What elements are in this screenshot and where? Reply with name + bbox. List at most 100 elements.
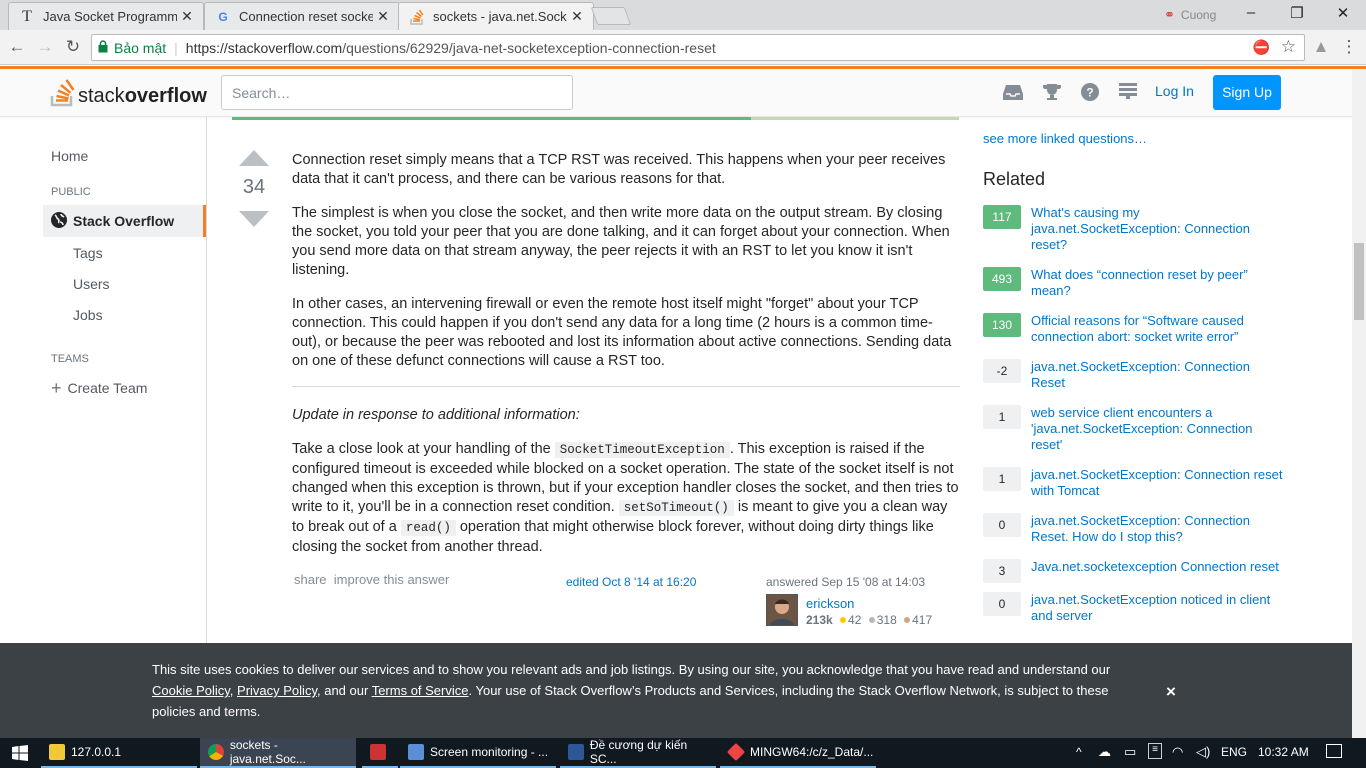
start-button[interactable] (4, 738, 36, 768)
related-link[interactable]: What's causing my java.net.SocketExcepti… (1031, 205, 1283, 253)
taskbar-clock[interactable]: 10:32 AM (1258, 745, 1309, 759)
taskbar-item-file-explorer[interactable]: 127.0.0.1 (41, 738, 197, 768)
language-indicator[interactable]: ENG (1221, 745, 1247, 759)
related-item[interactable]: -2 java.net.SocketException: Connection R… (983, 359, 1283, 391)
profile-menu[interactable]: ⚭ Cuong (1164, 7, 1216, 23)
url-bar[interactable]: Bảo mật | https://stackoverflow.com/ques… (91, 34, 1305, 61)
achievements-trophy-icon[interactable] (1041, 83, 1063, 103)
related-item[interactable]: 1 web service client encounters a 'java.n… (983, 405, 1283, 453)
related-item[interactable]: 0 java.net.SocketException noticed in cli… (983, 592, 1283, 624)
nav-users[interactable]: Users (73, 276, 110, 292)
related-heading: Related (983, 169, 1046, 189)
volume-icon[interactable]: ◁) (1196, 744, 1210, 760)
forward-button[interactable]: → (34, 37, 56, 59)
nav-create-team[interactable]: + Create Team (51, 378, 147, 398)
tutorial-favicon-icon: T (22, 7, 32, 25)
taskbar-item-app[interactable] (362, 738, 398, 768)
cookie-blocked-icon[interactable]: ⛔ (1253, 39, 1270, 56)
new-tab-button[interactable] (590, 7, 632, 25)
related-link[interactable]: Java.net.socketexception Connection rese… (1031, 559, 1283, 583)
related-link[interactable]: java.net.SocketException noticed in clie… (1031, 592, 1283, 624)
login-link[interactable]: Log In (1155, 83, 1194, 99)
terms-of-service-link[interactable]: Terms of Service (372, 683, 469, 698)
related-item[interactable]: 493 What does “connection reset by peer” … (983, 267, 1283, 299)
related-item[interactable]: 1 java.net.SocketException: Connection re… (983, 467, 1283, 499)
maximize-button[interactable]: ❐ (1282, 4, 1312, 26)
taskbar-item-word[interactable]: Đề cương dự kiến SC... (560, 738, 716, 768)
silver-badge-count: 318 (876, 613, 897, 627)
keyboard-icon[interactable]: ≡ (1148, 743, 1162, 759)
share-link[interactable]: share (294, 572, 327, 587)
stackoverflow-logo[interactable]: stack overflow (50, 77, 207, 107)
related-link[interactable]: web service client encounters a 'java.ne… (1031, 405, 1283, 453)
tab-stackoverflow[interactable]: sockets - java.net.SocketE ✕ (398, 2, 594, 30)
taskbar-item-git-bash[interactable]: MINGW64:/c/z_Data/... (720, 738, 876, 768)
tray-app-icon[interactable]: ☁ (1098, 744, 1111, 760)
bronze-badge-count: 417 (912, 613, 933, 627)
answer-update-heading: Update in response to additional informa… (292, 407, 580, 423)
scrollbar-thumb[interactable] (1354, 243, 1364, 320)
related-item[interactable]: 3 Java.net.socketexception Connection res… (983, 559, 1283, 583)
secure-label: Bảo mật (114, 39, 167, 56)
help-icon[interactable]: ? (1079, 83, 1101, 103)
nav-jobs[interactable]: Jobs (73, 307, 103, 323)
close-icon[interactable]: ✕ (177, 8, 197, 25)
page-scrollbar[interactable] (1352, 69, 1366, 738)
taskbar-item-chrome[interactable]: sockets - java.net.Soc... (200, 738, 356, 768)
cookie-policy-link[interactable]: Cookie Policy (152, 683, 230, 698)
close-icon[interactable]: × (1166, 681, 1176, 702)
nav-stack-overflow[interactable]: Stack Overflow (43, 205, 206, 237)
chevron-up-icon[interactable]: ^ (1076, 745, 1082, 759)
downvote-arrow-icon[interactable] (239, 211, 269, 227)
notifications-icon[interactable] (1326, 744, 1342, 758)
related-item[interactable]: 0 java.net.SocketException: Connection Re… (983, 513, 1283, 545)
globe-icon (51, 211, 67, 231)
menu-kebab-icon[interactable]: ⋮ (1338, 37, 1360, 59)
tab-google-search[interactable]: G Connection reset socket j ✕ (204, 2, 400, 30)
gold-badge-icon (840, 617, 847, 623)
related-score: 0 (983, 513, 1021, 537)
related-link[interactable]: What does “connection reset by peer” mea… (1031, 267, 1283, 299)
related-link[interactable]: java.net.SocketException: Connection Res… (1031, 359, 1283, 391)
taskbar-item-screen-monitoring[interactable]: Screen monitoring - ... (400, 738, 556, 768)
close-icon[interactable]: ✕ (567, 8, 587, 25)
bookmark-star-icon[interactable]: ☆ (1281, 37, 1296, 57)
nav-section-public: PUBLIC (51, 186, 91, 198)
windows-taskbar: 127.0.0.1 sockets - java.net.Soc... Scre… (0, 738, 1366, 768)
privacy-policy-link[interactable]: Privacy Policy (237, 683, 317, 698)
related-item[interactable]: 130 Official reasons for “Software caused… (983, 313, 1283, 345)
improve-answer-link[interactable]: improve this answer (334, 572, 450, 587)
wifi-icon[interactable]: ◠ (1172, 744, 1183, 760)
upvote-arrow-icon[interactable] (239, 150, 269, 166)
close-icon[interactable]: ✕ (373, 8, 393, 25)
user-name-link[interactable]: erickson (806, 596, 854, 611)
logo-text-bold: overflow (124, 85, 207, 107)
browser-tab-strip: T Java Socket Programming ✕ G Connection… (0, 0, 1366, 30)
close-window-button[interactable]: ✕ (1328, 4, 1358, 26)
folder-icon (49, 744, 65, 760)
nav-home[interactable]: Home (51, 148, 88, 164)
back-button[interactable]: ← (6, 37, 28, 59)
vote-cell: 34 (238, 150, 270, 227)
site-switcher-icon[interactable] (1117, 83, 1139, 103)
edited-info-link[interactable]: edited Oct 8 '14 at 16:20 (566, 575, 696, 589)
extension-icon[interactable]: ▲ (1310, 37, 1332, 59)
nav-tags[interactable]: Tags (73, 245, 103, 261)
see-more-linked-link[interactable]: see more linked questions… (983, 131, 1147, 146)
related-item[interactable]: 117 What's causing my java.net.SocketExce… (983, 205, 1283, 253)
minimize-button[interactable]: – (1236, 4, 1266, 26)
windows-logo-icon (12, 745, 28, 761)
search-input[interactable]: Search… (221, 75, 573, 110)
related-link[interactable]: java.net.SocketException: Connection Res… (1031, 513, 1283, 545)
plus-icon: + (51, 378, 62, 398)
taskbar-label: Screen monitoring - ... (430, 745, 549, 759)
avatar[interactable] (766, 594, 798, 626)
inbox-icon[interactable] (1002, 83, 1024, 103)
related-link[interactable]: Official reasons for “Software caused co… (1031, 313, 1283, 345)
signup-button[interactable]: Sign Up (1213, 75, 1281, 110)
tab-java-socket[interactable]: T Java Socket Programming ✕ (8, 2, 204, 30)
reload-button[interactable]: ↻ (62, 37, 84, 59)
related-link[interactable]: java.net.SocketException: Connection res… (1031, 467, 1283, 499)
left-sidebar: Home PUBLIC Stack Overflow Tags Users Jo… (43, 117, 207, 643)
battery-icon[interactable]: ▭ (1124, 744, 1136, 760)
